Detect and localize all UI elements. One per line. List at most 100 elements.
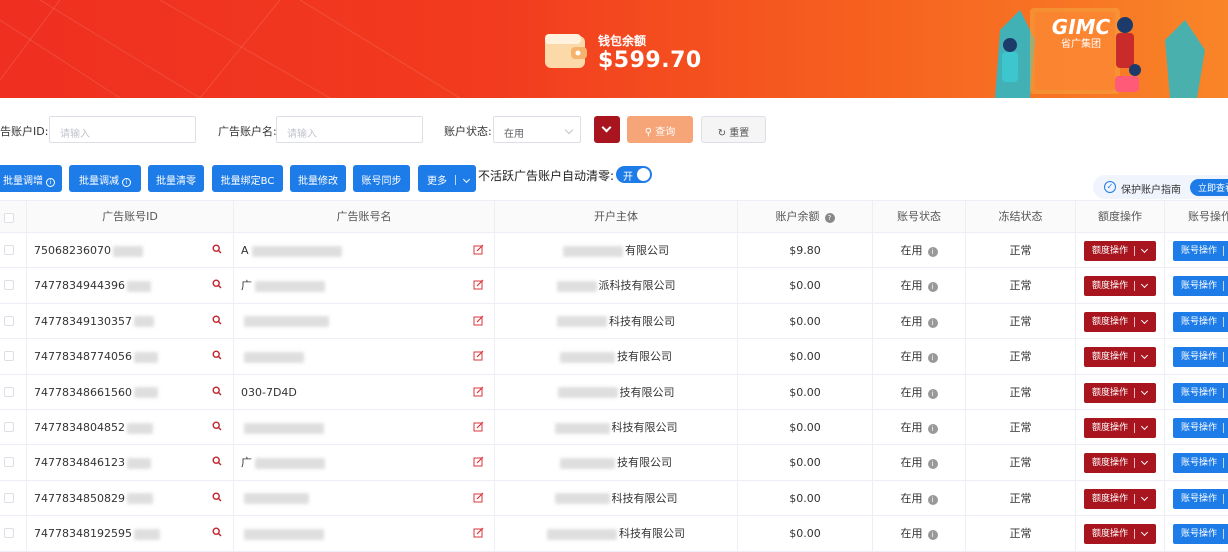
search-icon[interactable] (212, 315, 222, 325)
redacted-text (560, 457, 615, 469)
account-name-input[interactable]: 请输入 (276, 116, 423, 143)
expand-filters-button[interactable] (594, 116, 620, 143)
search-icon[interactable] (212, 421, 222, 431)
divider (1134, 281, 1135, 292)
account-ops-button[interactable]: 账号操作 (1173, 311, 1228, 332)
batch-increase-button[interactable]: 批量调增 i (0, 165, 62, 192)
batch-modify-label: 批量修改 (298, 176, 338, 187)
batch-increase-label: 批量调增 (3, 176, 43, 187)
row-checkbox[interactable] (4, 422, 14, 432)
edit-icon[interactable] (473, 386, 484, 397)
quota-ops-button[interactable]: 额度操作 (1084, 276, 1156, 297)
chevron-down-icon (1140, 316, 1149, 324)
status-text: 在用 (900, 314, 923, 328)
info-icon: i (927, 282, 938, 293)
search-icon[interactable] (212, 527, 222, 537)
quota-ops-button[interactable]: 额度操作 (1084, 524, 1156, 545)
company-text: 技有限公司 (617, 456, 672, 470)
edit-icon[interactable] (473, 527, 484, 538)
row-checkbox[interactable] (4, 386, 14, 397)
account-id-cell: 74778348774056 (27, 339, 234, 375)
account-ops-button[interactable]: 账号操作 (1173, 453, 1228, 474)
batch-clear-button[interactable]: 批量清零 (148, 165, 204, 192)
search-icon[interactable] (212, 244, 222, 254)
batch-decrease-button[interactable]: 批量调减 i (69, 165, 141, 192)
account-ops-button[interactable]: 账号操作 (1173, 524, 1228, 545)
edit-icon[interactable] (473, 492, 484, 503)
account-id-input[interactable]: 请输入 (49, 116, 196, 143)
query-button[interactable]: ⚲ 查询 (627, 116, 693, 143)
more-dropdown-button[interactable]: 更多 (418, 165, 476, 192)
edit-icon[interactable] (473, 421, 484, 432)
search-icon[interactable] (212, 386, 222, 396)
row-select-cell (0, 516, 27, 552)
quota-ops-label: 额度操作 (1092, 529, 1129, 540)
quota-ops-button[interactable]: 额度操作 (1084, 382, 1156, 403)
company-text: 科技有限公司 (609, 314, 675, 328)
account-id-cell: 7477834944396 (27, 268, 234, 304)
auto-clear-toggle[interactable]: 开 (616, 166, 652, 183)
freeze-cell: 正常 (966, 445, 1076, 481)
account-ops-button[interactable]: 账号操作 (1173, 347, 1228, 368)
divider (1223, 423, 1224, 433)
quota-ops-button[interactable]: 额度操作 (1084, 453, 1156, 474)
view-guide-button[interactable]: 立即查看 (1190, 179, 1228, 196)
edit-icon[interactable] (473, 350, 484, 361)
redacted-text (133, 316, 154, 328)
quota-ops-button[interactable]: 额度操作 (1084, 488, 1156, 509)
account-ops-button[interactable]: 账号操作 (1173, 241, 1228, 261)
account-ops-label: 账号操作 (1181, 458, 1218, 469)
company-cell: 技有限公司 (495, 339, 738, 375)
quota-ops-button[interactable]: 额度操作 (1084, 241, 1156, 261)
chevron-down-icon (1140, 387, 1149, 395)
account-ops-button[interactable]: 账号操作 (1173, 276, 1228, 297)
row-checkbox[interactable] (4, 351, 14, 362)
account-name-label: 广告账户名: (218, 125, 277, 138)
divider (1134, 352, 1135, 363)
account-sync-label: 账号同步 (361, 176, 402, 187)
table-row: 74778348774056 技有限公司 $0.00 在用 i 正常 额度操作 … (0, 339, 1228, 375)
row-checkbox[interactable] (4, 528, 14, 539)
row-select-cell (0, 445, 27, 481)
quota-ops-label: 额度操作 (1092, 423, 1129, 433)
account-ops-button[interactable]: 账号操作 (1173, 382, 1228, 403)
status-cell: 在用 i (873, 374, 966, 410)
row-checkbox[interactable] (4, 280, 14, 291)
search-icon[interactable] (212, 492, 222, 502)
account-id-cell: 74778349130357 (27, 303, 234, 339)
row-checkbox[interactable] (4, 245, 14, 255)
search-icon[interactable] (212, 279, 222, 289)
row-checkbox[interactable] (4, 457, 14, 468)
search-icon[interactable] (212, 456, 222, 466)
freeze-cell: 正常 (966, 480, 1076, 516)
account-status-select[interactable]: 在用 (493, 116, 581, 143)
select-all-checkbox[interactable] (4, 213, 14, 223)
quota-ops-button[interactable]: 额度操作 (1084, 311, 1156, 332)
edit-icon[interactable] (473, 456, 484, 467)
edit-icon[interactable] (473, 315, 484, 326)
status-text: 在用 (900, 244, 923, 257)
edit-icon[interactable] (473, 244, 484, 255)
quota-ops-cell: 额度操作 (1076, 516, 1165, 552)
status-cell: 在用 i (873, 445, 966, 481)
batch-bind-bc-button[interactable]: 批量绑定BC (212, 165, 283, 192)
account-ops-button[interactable]: 账号操作 (1173, 418, 1228, 438)
search-icon[interactable] (212, 350, 222, 360)
row-checkbox[interactable] (4, 315, 14, 326)
account-sync-button[interactable]: 账号同步 (353, 165, 410, 192)
account-name-cell (234, 339, 495, 375)
search-icon: ⚲ (644, 127, 653, 138)
quota-ops-button[interactable]: 额度操作 (1084, 418, 1156, 438)
row-checkbox[interactable] (4, 492, 14, 503)
balance-cell: $0.00 (738, 374, 873, 410)
batch-modify-button[interactable]: 批量修改 (290, 165, 346, 192)
status-text: 在用 (900, 385, 923, 399)
account-protection-guide: ✓ 保护账户指南 立即查看 (1093, 175, 1228, 199)
quota-ops-button[interactable]: 额度操作 (1084, 347, 1156, 368)
chevron-down-icon (1140, 281, 1149, 289)
header-freeze: 冻结状态 (966, 201, 1076, 234)
status-text: 在用 (900, 279, 923, 293)
reset-button[interactable]: ↻ 重置 (701, 116, 766, 143)
edit-icon[interactable] (473, 279, 484, 290)
account-ops-button[interactable]: 账号操作 (1173, 488, 1228, 509)
